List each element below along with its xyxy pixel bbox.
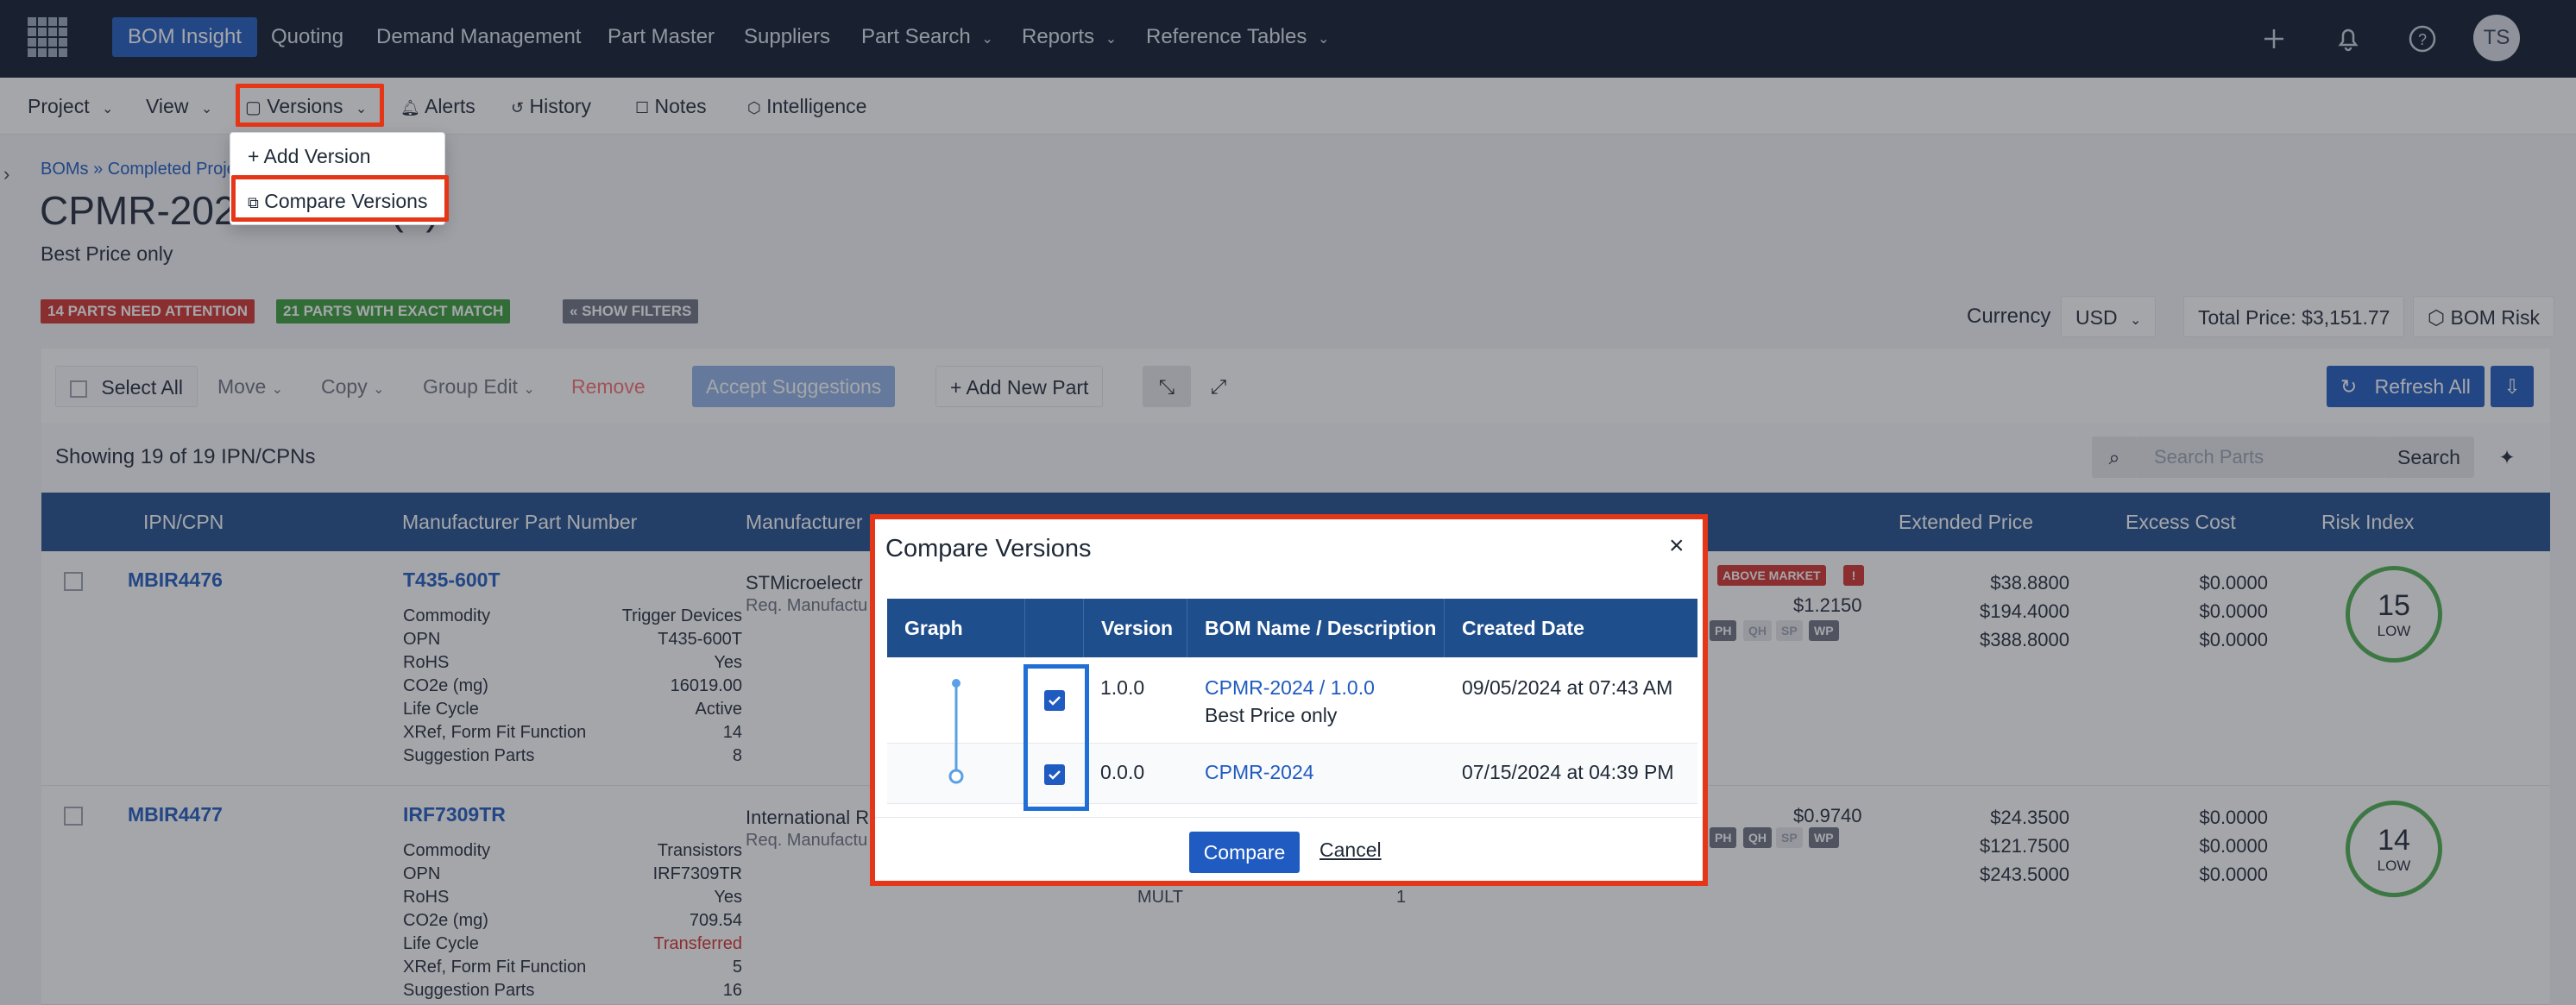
- bom-description: Best Price only: [1205, 704, 1338, 726]
- compare-versions-dialog: Compare Versions × Graph Version BOM Nam…: [870, 514, 1708, 886]
- version-row: 0.0.0 CPMR-2024 07/15/2024 at 04:39 PM: [887, 744, 1697, 804]
- close-icon[interactable]: ×: [1669, 531, 1685, 561]
- compare-versions-highlight: [231, 175, 449, 222]
- compare-button[interactable]: Compare: [1189, 832, 1300, 873]
- header-created-date: Created Date: [1462, 617, 1584, 639]
- header-graph: Graph: [887, 599, 1025, 657]
- checkbox-highlight: [1023, 664, 1089, 811]
- dialog-title: Compare Versions: [885, 535, 1092, 562]
- header-bom-name: BOM Name / Description: [1187, 599, 1445, 657]
- versions-highlight: [236, 84, 384, 127]
- header-version: Version: [1084, 599, 1187, 657]
- version-row: 1.0.0 CPMR-2024 / 1.0.0 Best Price only …: [887, 657, 1697, 744]
- cancel-button[interactable]: Cancel: [1319, 839, 1382, 862]
- versions-table-header: Graph Version BOM Name / Description Cre…: [887, 599, 1697, 657]
- created-date: 09/05/2024 at 07:43 AM: [1462, 676, 1673, 699]
- versions-table: Graph Version BOM Name / Description Cre…: [887, 599, 1697, 811]
- version-number: 1.0.0: [1100, 676, 1145, 699]
- version-number: 0.0.0: [1100, 761, 1145, 783]
- created-date: 07/15/2024 at 04:39 PM: [1462, 761, 1674, 783]
- bom-name-link[interactable]: CPMR-2024 / 1.0.0: [1205, 676, 1375, 700]
- add-version-menu-item[interactable]: + Add Version: [230, 135, 444, 178]
- dialog-footer-divider: [875, 817, 1703, 818]
- version-graph: [939, 678, 973, 790]
- bom-name-link[interactable]: CPMR-2024: [1205, 761, 1314, 784]
- header-select: [1025, 599, 1084, 657]
